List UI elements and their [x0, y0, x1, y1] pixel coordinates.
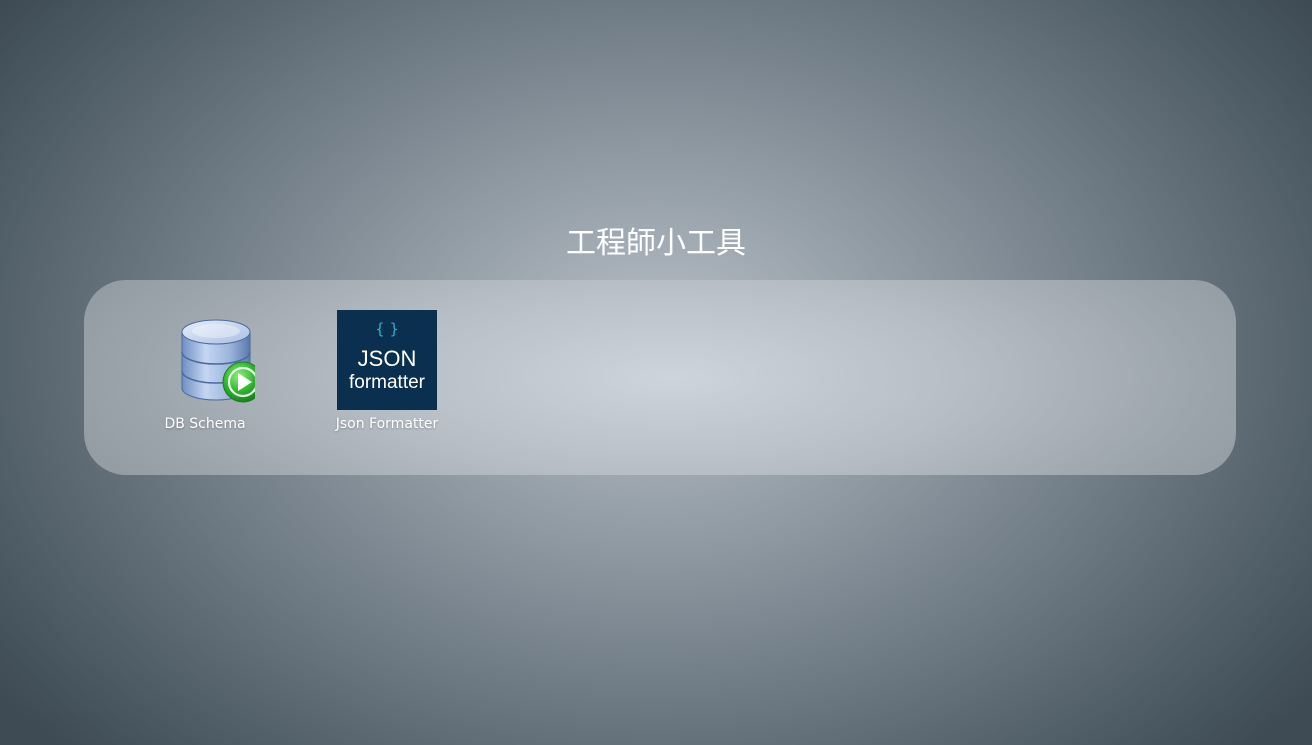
app-json-formatter[interactable]: { } JSON formatter Json Formatter [317, 310, 457, 433]
json-formatter-tile: { } JSON formatter [337, 310, 437, 410]
app-db-schema[interactable]: DB Schema [135, 310, 275, 433]
json-braces-glyph: { } [375, 320, 399, 338]
json-formatter-icon[interactable]: { } JSON formatter [337, 310, 437, 410]
json-tile-word-json: JSON [357, 346, 417, 371]
database-play-icon[interactable] [155, 310, 264, 410]
page-title: 工程師小工具 [566, 226, 746, 261]
app-label-db-schema: DB Schema [164, 416, 246, 432]
app-launcher-panel: DB Schema { } JSON formatter Json Format… [84, 280, 1236, 475]
app-label-json-formatter: Json Formatter [335, 416, 439, 432]
json-tile-word-formatter: formatter [348, 372, 426, 393]
